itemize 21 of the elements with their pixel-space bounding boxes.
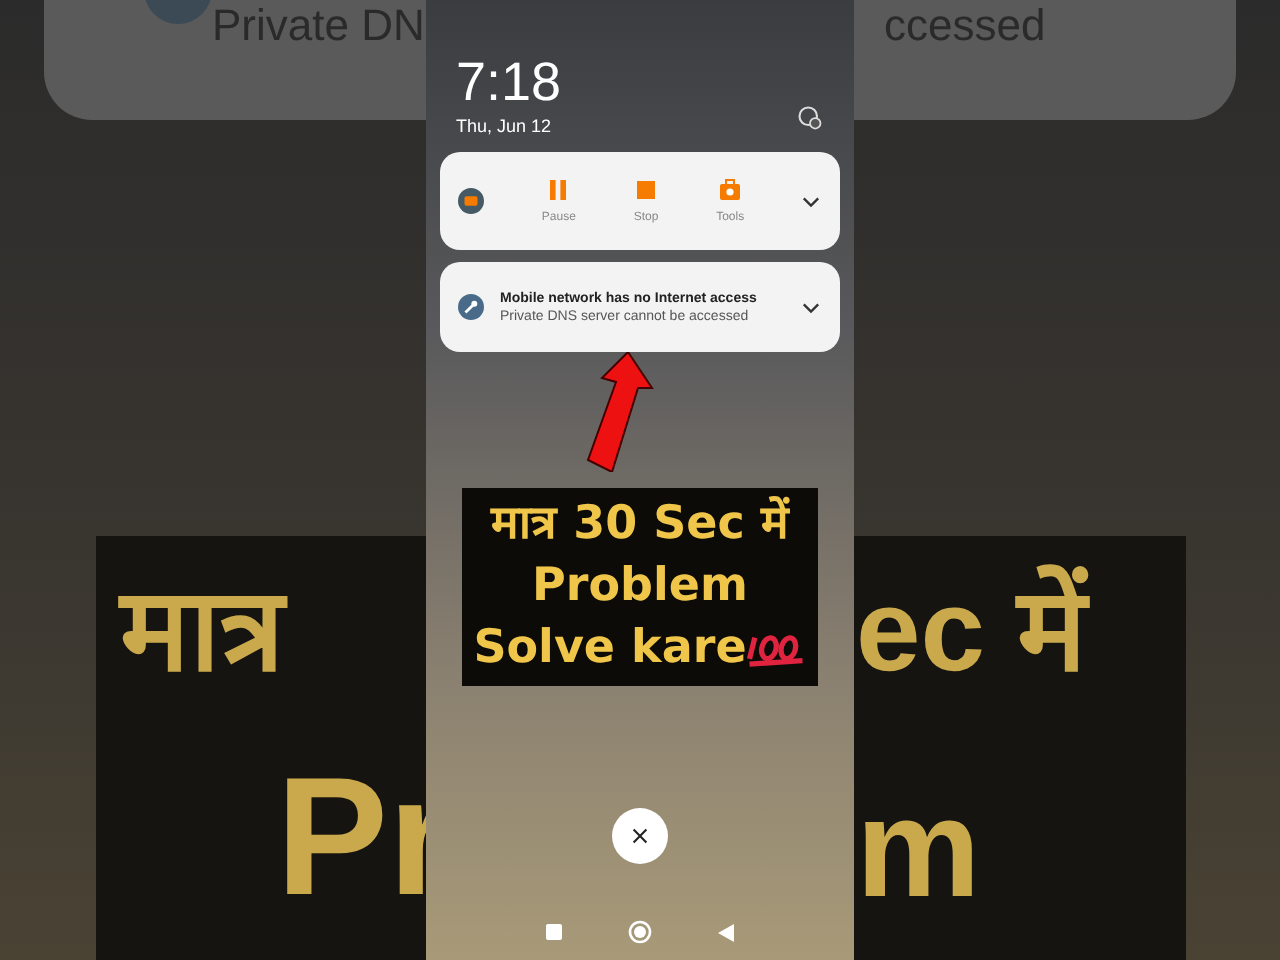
toolbox-icon [718,178,743,202]
close-button[interactable] [612,808,668,864]
caption-text: Problem [532,558,748,617]
blurred-caption-text: m [856,768,981,930]
caption-text: मात्र 30 Sec में [491,494,789,554]
chevron-down-icon[interactable] [802,195,820,207]
clock-date: Thu, Jun 12 [456,116,554,136]
app-icon [458,188,484,214]
settings-icon[interactable] [796,104,824,132]
hundred-points-icon [746,629,807,670]
clock-time: 7:18 [456,56,562,110]
stop-icon [634,178,658,202]
chevron-down-icon[interactable] [802,301,820,313]
pause-icon [546,178,571,202]
close-icon [632,828,648,844]
wrench-icon [458,294,484,320]
blurred-caption-text: ec में [856,562,1088,700]
blurred-caption-text: मात्र [120,564,284,700]
back-icon[interactable] [718,923,734,941]
home-icon[interactable] [628,920,652,944]
caption-text: Solve kare [473,620,747,679]
